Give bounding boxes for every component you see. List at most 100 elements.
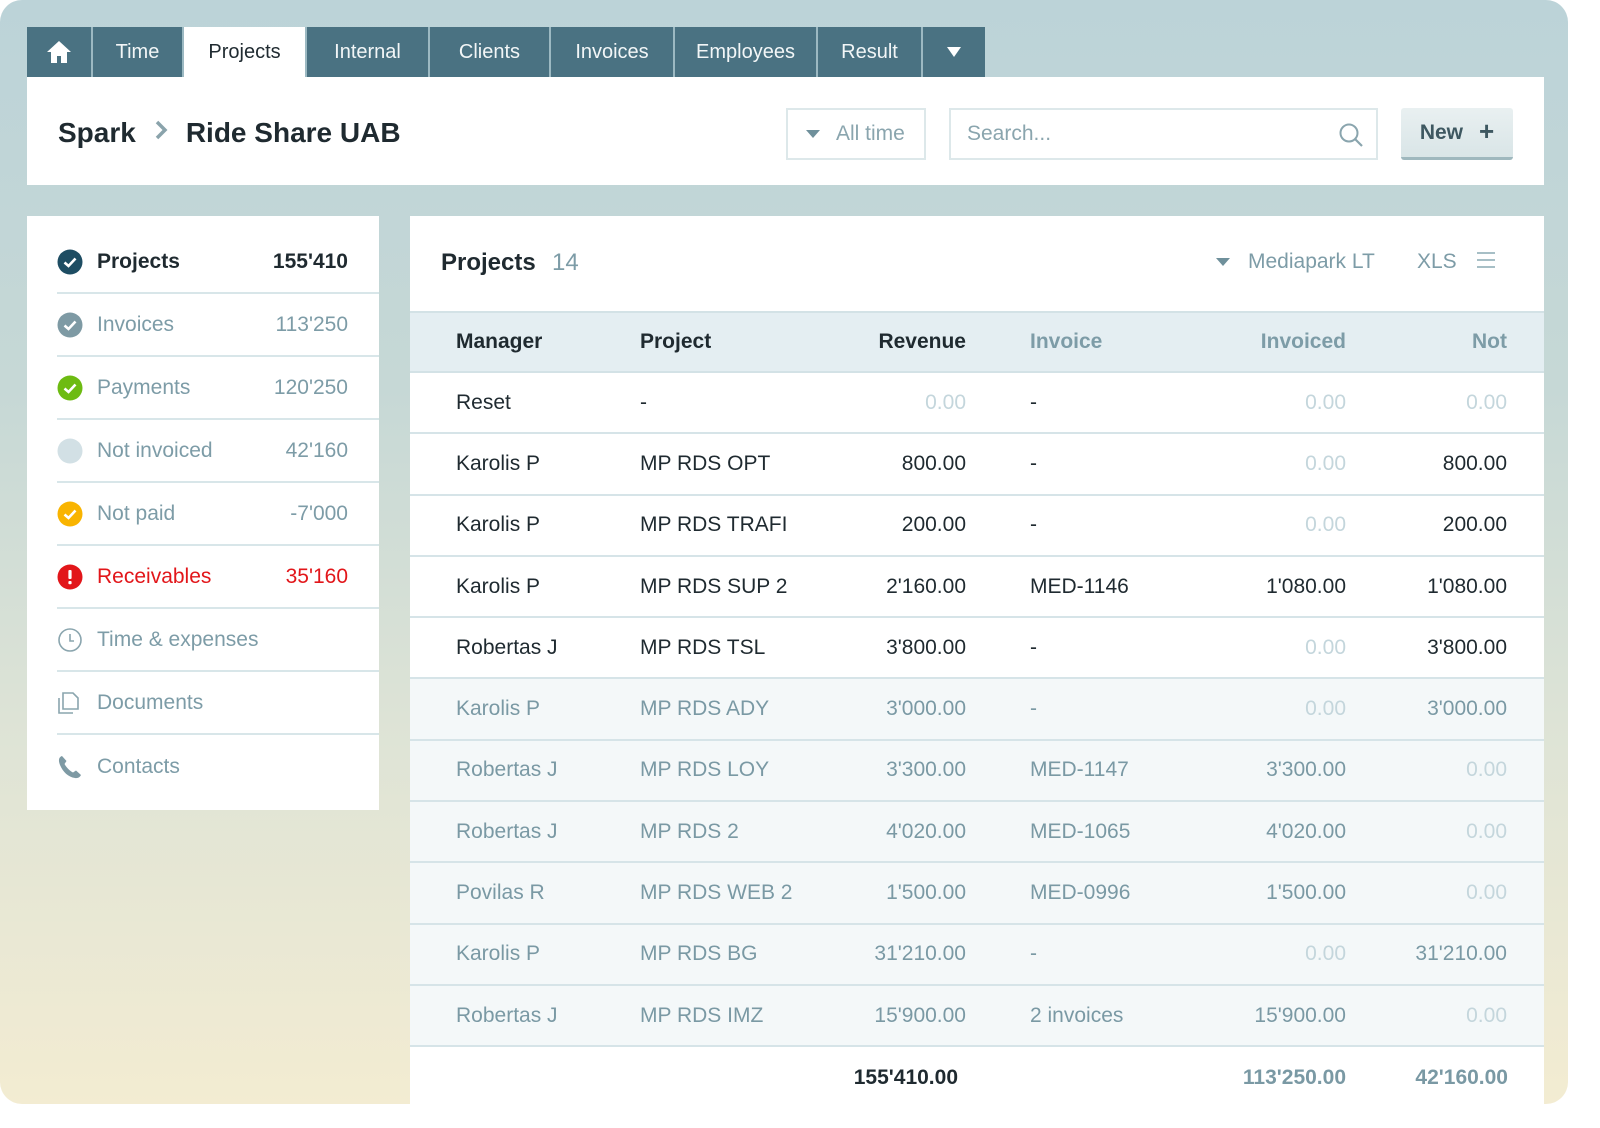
sidebar-item-value: -7'000 xyxy=(290,501,348,525)
tab-employees[interactable]: Employees xyxy=(675,27,818,77)
cell-not-invoiced: 0.00 xyxy=(1466,881,1507,905)
xls-export-button[interactable]: XLS xyxy=(1417,250,1457,274)
sidebar-item-label: Payments xyxy=(97,375,191,399)
hamburger-icon[interactable] xyxy=(1477,252,1495,270)
cell-not-invoiced: 0.00 xyxy=(1466,390,1507,414)
period-select-value: All time xyxy=(836,122,905,145)
cell-revenue: 3'300.00 xyxy=(886,758,966,782)
tab-projects[interactable]: Projects xyxy=(184,27,307,77)
sidebar: Projects 155'410 Invoices 113'250 Paymen… xyxy=(27,216,379,810)
cell-project: MP RDS TRAFI xyxy=(640,513,788,537)
cell-not-invoiced: 200.00 xyxy=(1442,513,1507,537)
table-row[interactable]: Robertas J MP RDS IMZ 15'900.00 2 invoices 1… xyxy=(410,985,1544,1048)
sidebar-item-not-invoiced[interactable]: Not invoiced 42'160 xyxy=(57,420,379,483)
panel-header: Projects 14 Mediapark LT XLS xyxy=(410,216,1544,311)
breadcrumb: Spark Ride Share UAB xyxy=(58,117,401,149)
cell-revenue: 15'900.00 xyxy=(874,1003,966,1027)
sidebar-item-value: 42'160 xyxy=(285,438,348,462)
company-select[interactable]: Mediapark LT xyxy=(1216,250,1375,274)
cell-revenue: 0.00 xyxy=(925,390,966,414)
total-invoiced: 113'250.00 xyxy=(1242,1066,1346,1089)
sidebar-item-label: Receivables xyxy=(97,564,212,588)
table-row[interactable]: Robertas J MP RDS LOY 3'300.00 MED-1147 3'30… xyxy=(410,740,1544,803)
plus-icon: + xyxy=(1479,115,1495,146)
cell-project: MP RDS OPT xyxy=(640,451,771,475)
table-row[interactable]: Povilas R MP RDS WEB 2 1'500.00 MED-0996 1'5… xyxy=(410,863,1544,925)
check-circle-icon xyxy=(57,249,83,275)
tab-result[interactable]: Result xyxy=(818,27,923,77)
sidebar-item-receivables[interactable]: Receivables 35'160 xyxy=(57,546,379,609)
column-header-project[interactable]: Project xyxy=(640,313,711,371)
search-icon[interactable] xyxy=(1338,122,1364,148)
table-row[interactable]: Robertas J MP RDS TSL 3'800.00 - 0.00 3'800.0… xyxy=(410,618,1544,680)
tab-label: Employees xyxy=(696,40,795,63)
cell-invoiced: 4'020.00 xyxy=(1266,819,1346,843)
cell-invoiced: 15'900.00 xyxy=(1254,1003,1346,1027)
table-row[interactable]: Reset - 0.00 - 0.00 0.00 xyxy=(410,373,1544,435)
table-row[interactable]: Robertas J MP RDS 2 4'020.00 MED-1065 4'020.… xyxy=(410,802,1544,864)
cell-manager: Karolis P xyxy=(456,942,541,966)
cell-revenue: 31'210.00 xyxy=(874,942,966,966)
company-select-value: Mediapark LT xyxy=(1248,250,1375,273)
table-row[interactable]: Karolis P MP RDS ADY 3'000.00 - 0.00 3'000.00 xyxy=(410,679,1544,741)
cell-invoice: - xyxy=(1030,697,1037,721)
sidebar-item-projects[interactable]: Projects 155'410 xyxy=(57,231,379,294)
cell-manager: Robertas J xyxy=(456,758,558,782)
tab-clients[interactable]: Clients xyxy=(430,27,551,77)
column-header-invoiced[interactable]: Invoiced xyxy=(1261,313,1346,371)
documents-icon xyxy=(57,690,83,716)
tab-label: Invoices xyxy=(575,40,649,63)
new-button[interactable]: New + xyxy=(1401,108,1513,160)
sidebar-item-documents[interactable]: Documents xyxy=(57,672,379,735)
tab-label: Clients xyxy=(458,40,521,63)
empty-circle-icon xyxy=(57,438,83,464)
column-header-not[interactable]: Not xyxy=(1472,313,1507,371)
period-select[interactable]: All time xyxy=(786,108,926,160)
sidebar-item-time-expenses[interactable]: Time & expenses xyxy=(57,609,379,672)
sidebar-item-label: Not invoiced xyxy=(97,438,213,462)
caret-down-icon xyxy=(947,47,961,57)
table-row[interactable]: Karolis P MP RDS TRAFI 200.00 - 0.00 200.00 xyxy=(410,495,1544,557)
check-circle-icon xyxy=(57,375,83,401)
search-input[interactable] xyxy=(951,122,1321,146)
breadcrumb-parent[interactable]: Spark xyxy=(58,117,136,149)
tab-home[interactable] xyxy=(27,27,93,77)
sidebar-item-label: Time & expenses xyxy=(97,627,259,651)
sidebar-item-not-paid[interactable]: Not paid -7'000 xyxy=(57,483,379,546)
cell-invoiced: 3'300.00 xyxy=(1266,758,1346,782)
tab-time[interactable]: Time xyxy=(93,27,184,77)
column-header-manager[interactable]: Manager xyxy=(456,313,542,371)
column-header-invoice[interactable]: Invoice xyxy=(1030,313,1102,371)
cell-project: MP RDS 2 xyxy=(640,819,739,843)
cell-revenue: 2'160.00 xyxy=(886,574,966,598)
sidebar-item-payments[interactable]: Payments 120'250 xyxy=(57,357,379,420)
cell-not-invoiced: 800.00 xyxy=(1442,451,1507,475)
clock-icon xyxy=(57,627,83,653)
cell-invoice: MED-0996 xyxy=(1030,881,1131,905)
page-header: Spark Ride Share UAB All time New + xyxy=(27,77,1544,185)
tab-more[interactable] xyxy=(923,27,985,77)
column-header-revenue[interactable]: Revenue xyxy=(878,313,966,371)
tab-internal[interactable]: Internal xyxy=(307,27,430,77)
sidebar-item-value: 120'250 xyxy=(273,375,348,399)
panel-title: Projects xyxy=(441,249,536,276)
cell-manager: Karolis P xyxy=(456,697,541,721)
table-row[interactable]: Karolis P MP RDS BG 31'210.00 - 0.00 31'210.0… xyxy=(410,924,1544,986)
total-not-invoiced: 42'160.00 xyxy=(1415,1066,1508,1089)
sidebar-item-invoices[interactable]: Invoices 113'250 xyxy=(57,294,379,357)
sidebar-item-contacts[interactable]: Contacts xyxy=(57,735,379,798)
table-row[interactable]: Karolis P MP RDS SUP 2 2'160.00 MED-1146 1'0… xyxy=(410,556,1544,619)
table-row[interactable]: Karolis P MP RDS OPT 800.00 - 0.00 800.00 xyxy=(410,434,1544,496)
cell-manager: Robertas J xyxy=(456,635,558,659)
cell-project: MP RDS TSL xyxy=(640,635,766,659)
alert-circle-icon xyxy=(57,564,83,590)
project-count: 14 xyxy=(552,249,579,276)
cell-revenue: 800.00 xyxy=(901,451,966,475)
cell-project: MP RDS LOY xyxy=(640,758,770,782)
tab-invoices[interactable]: Invoices xyxy=(551,27,675,77)
cell-revenue: 3'000.00 xyxy=(886,697,966,721)
app-frame: Time Projects Internal Clients Invoices … xyxy=(0,0,1568,1104)
tab-label: Result xyxy=(841,40,898,63)
cell-invoiced: 0.00 xyxy=(1305,942,1346,966)
cell-manager: Karolis P xyxy=(456,513,541,537)
